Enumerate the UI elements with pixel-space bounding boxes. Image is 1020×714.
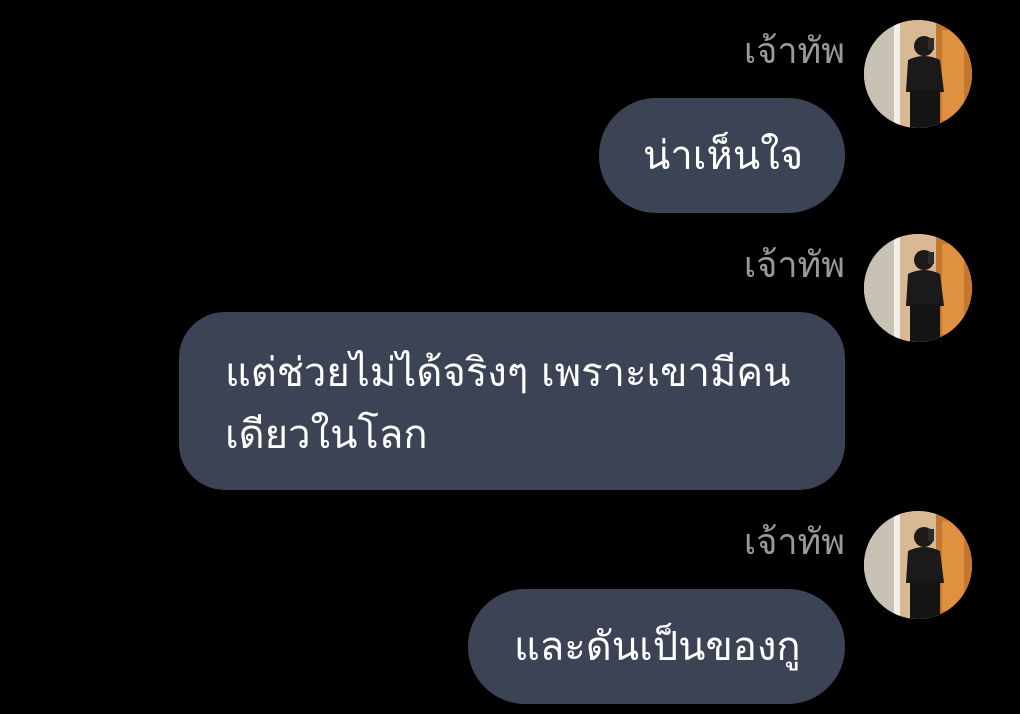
avatar[interactable] xyxy=(864,234,972,342)
message-bubble[interactable]: น่าเห็นใจ xyxy=(599,98,845,213)
message-text: และดันเป็นของกู xyxy=(514,624,801,670)
sender-name: เจ้าทัพ xyxy=(743,245,845,286)
sender-name: เจ้าทัพ xyxy=(743,522,845,563)
message-bubble[interactable]: แต่ช่วยไม่ได้จริงๆ เพราะเขามีคน เดียวในโ… xyxy=(179,312,845,490)
sender-name: เจ้าทัพ xyxy=(743,31,845,72)
message-text: แต่ช่วยไม่ได้จริงๆ เพราะเขามีคน เดียวในโ… xyxy=(225,350,791,458)
message-bubble[interactable]: และดันเป็นของกู xyxy=(468,589,845,704)
avatar-photo-icon xyxy=(864,20,972,128)
avatar[interactable] xyxy=(864,20,972,128)
chat-thread: เจ้าทัพ น่าเห็นใจ เจ้าทัพ แต่ช่วยไม่ได้จ… xyxy=(0,0,1020,714)
avatar-photo-icon xyxy=(864,511,972,619)
avatar-photo-icon xyxy=(864,234,972,342)
avatar[interactable] xyxy=(864,511,972,619)
message-text: น่าเห็นใจ xyxy=(643,133,804,179)
